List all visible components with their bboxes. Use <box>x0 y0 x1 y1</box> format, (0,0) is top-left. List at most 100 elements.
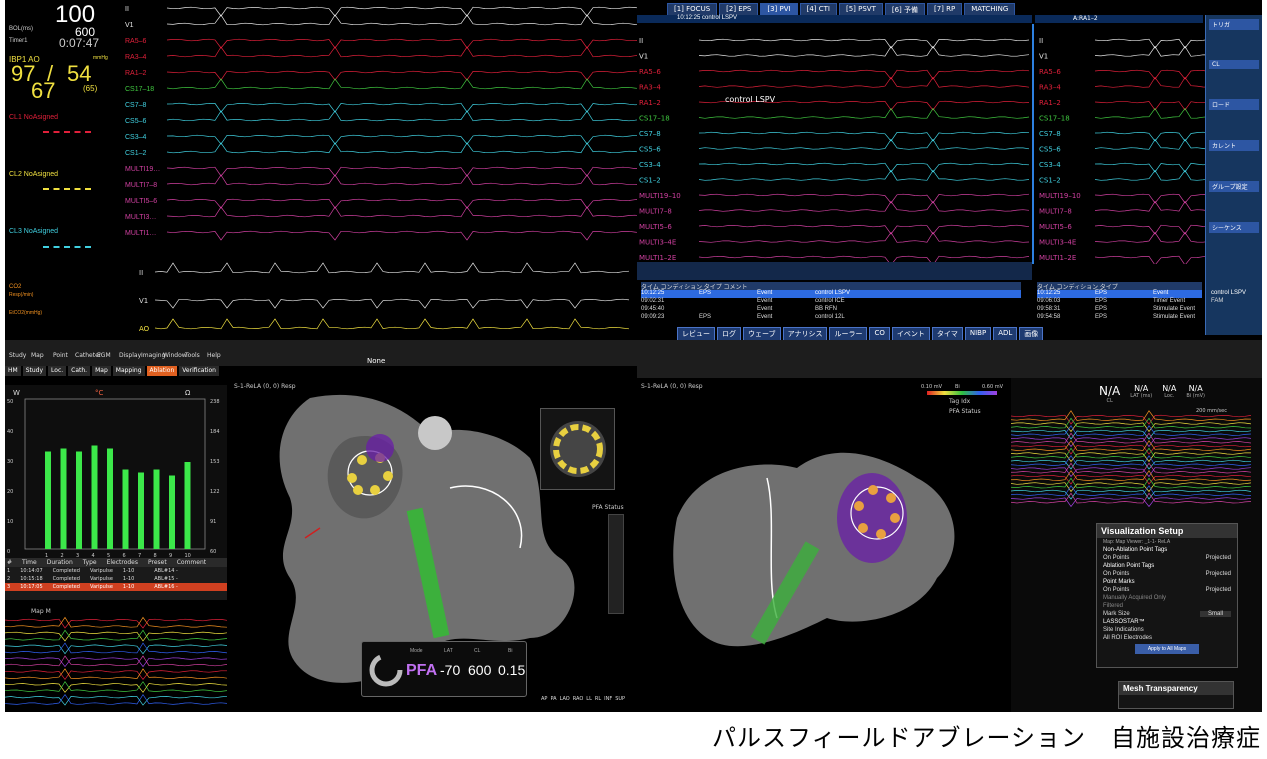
menu-item[interactable]: Tools <box>185 352 200 359</box>
cl-value: 600 <box>468 662 492 678</box>
egm-trace <box>5 631 227 642</box>
y-tick-right: 153 <box>210 459 220 465</box>
table-row[interactable]: 09:45:40 Event BB RFN <box>641 306 1021 314</box>
mode-tab[interactable]: Loc. <box>48 366 67 376</box>
caption: パルスフィールドアブレーション 自施設治療症例 <box>712 724 1262 752</box>
chk-projected-2[interactable]: Projected <box>1206 571 1231 577</box>
mode-tab[interactable]: Cath. <box>68 366 91 376</box>
channel-trace <box>166 142 637 154</box>
view-button[interactable]: LL <box>586 696 592 702</box>
menu-item[interactable]: Point <box>53 352 68 359</box>
mark-size-select[interactable]: Small <box>1199 611 1231 617</box>
channel-label: CS3–4 <box>639 161 661 169</box>
channel-label: CS5–6 <box>639 146 661 154</box>
chk-filtered[interactable]: Filtered <box>1097 602 1237 610</box>
mode-tab[interactable]: Ablation <box>146 366 178 376</box>
chk-site-ind[interactable]: Site Indications <box>1097 626 1237 634</box>
view-button[interactable]: AP <box>541 696 547 702</box>
bottom-button[interactable]: CO <box>869 327 890 340</box>
abl-table-row[interactable]: 2 10:15:18 Completed Varipulse 1-10 ABL#15 - <box>5 575 227 583</box>
bottom-button[interactable]: ADL <box>993 327 1018 340</box>
far-channel-trace <box>1094 69 1207 80</box>
cl3-label: CL3 NoAsigned <box>9 228 59 235</box>
channel-label: II <box>639 37 643 45</box>
bottom-button[interactable]: ウェーブ <box>743 327 781 340</box>
side-menu-item[interactable]: シーケンス <box>1209 222 1259 233</box>
y-tick-left: 0 <box>7 549 10 555</box>
channel-label: RA1–2 <box>125 70 147 77</box>
mode-tab[interactable]: HM <box>5 366 21 376</box>
chk-projected-3[interactable]: Projected <box>1206 587 1231 593</box>
bottom-button[interactable]: ログ <box>717 327 741 340</box>
mode-tab[interactable]: Study <box>22 366 47 376</box>
channel-trace <box>166 102 637 113</box>
side-menu-item[interactable]: グループ設定 <box>1209 181 1259 192</box>
y-tick-right: 91 <box>210 519 216 525</box>
row-1: On Points Projected <box>1097 554 1237 562</box>
ablation-bar <box>122 469 129 549</box>
side-menu-item[interactable]: CL <box>1209 60 1259 69</box>
abl-table-row[interactable]: 1 10:14:07 Completed Varipulse 1-10 ABL#14 - <box>5 567 227 575</box>
menu-item[interactable]: Map <box>31 352 44 359</box>
abl-table-row[interactable]: 3 10:17:05 Completed Varipulse 1-10 ABL#16 - <box>5 583 227 591</box>
chk-on-points-2[interactable]: On Points <box>1103 571 1129 577</box>
channel-trace <box>166 206 637 218</box>
bottom-button[interactable]: イベント <box>891 327 930 340</box>
side-menu-item[interactable]: ロード <box>1209 99 1259 110</box>
view-button[interactable]: RL <box>595 696 601 702</box>
view-button[interactable]: PA <box>550 696 556 702</box>
chk-on-points-1[interactable]: On Points <box>1103 555 1129 561</box>
channel-trace <box>166 166 637 177</box>
side-menu-item[interactable]: カレント <box>1209 140 1259 151</box>
dialog-title: Visualization Setup <box>1097 524 1237 538</box>
bottom-button[interactable]: NIBP <box>964 327 992 340</box>
chart-unit: W <box>13 389 20 397</box>
bottom-button[interactable]: タイマ <box>931 327 963 340</box>
left-tab-bar: HM Study Loc. Cath. Map Mapping Ablation Verifi… <box>5 366 227 376</box>
ibp-systolic-2: 67 <box>31 78 56 103</box>
view-button[interactable]: LAO <box>560 696 570 702</box>
menu-item[interactable]: EGM <box>97 352 111 359</box>
menu-item[interactable]: Window <box>163 352 187 359</box>
view-button[interactable]: INF <box>604 696 612 702</box>
chk-on-points-3[interactable]: On Points <box>1103 587 1129 593</box>
chk-projected-1[interactable]: Projected <box>1206 555 1231 561</box>
lat-label: LAT <box>444 648 453 654</box>
bottom-button[interactable]: ルーラー <box>829 327 868 340</box>
menu-item[interactable]: Study <box>9 352 26 359</box>
far-channel-label: CS1–2 <box>1039 177 1061 185</box>
channel-trace <box>166 70 637 81</box>
menu-item[interactable]: Imaging <box>141 352 165 359</box>
table-row[interactable]: 09:02:31 Event control ICE <box>641 298 1021 306</box>
far-channel-trace <box>1094 224 1207 235</box>
co2-label: CO2 <box>9 284 22 290</box>
mode-tab[interactable]: Verification <box>179 366 219 376</box>
apply-button[interactable]: Apply to All Maps <box>1135 644 1199 654</box>
egm-trace <box>5 618 227 629</box>
view-button[interactable]: SUP <box>615 696 625 702</box>
table-row[interactable]: 09:06:03 EPS Timer Event FAM <box>1037 298 1223 306</box>
bottom-button[interactable]: レビュー <box>677 327 715 340</box>
table-row[interactable]: 10:12:25 EPS Event control LSPV <box>641 290 1021 298</box>
mode-tab[interactable]: Mapping <box>112 366 145 376</box>
mode-tab[interactable]: Map <box>92 366 111 376</box>
table-row[interactable]: 09:09:23 EPS Event control 12L <box>641 314 1021 322</box>
view-button[interactable]: RAO <box>573 696 584 702</box>
menu-item[interactable]: Help <box>207 352 221 359</box>
menu-item[interactable]: Display <box>119 352 141 359</box>
table-row[interactable]: 09:54:58 EPS Stimulate Event <box>1037 314 1202 322</box>
chk-all-roi[interactable]: All ROI Electrodes <box>1097 634 1237 642</box>
egm-trace <box>5 681 227 692</box>
chk-manually[interactable]: Manually Acquired Only <box>1097 594 1237 602</box>
side-menu-item[interactable]: トリガ <box>1209 19 1259 30</box>
far-channel-trace <box>1094 38 1207 49</box>
bottom-button[interactable]: 画像 <box>1019 327 1044 340</box>
bottom-label: AO <box>139 325 150 333</box>
sec-point-marks: Point Marks <box>1103 579 1135 585</box>
ablation-bar-chart: W °C Ω5040302010023818415312291601 2 3 4 5 6 7 8 9… <box>7 389 220 559</box>
map-viewport-right[interactable]: S-1-ReLA (0, 0) Resp 0.10 mV Bi 0.60 mV … <box>637 378 1009 712</box>
table-row[interactable]: 09:58:31 EPS Stimulate Event <box>1037 306 1202 314</box>
menu-bar: Study Map Point Catheter EGM Display Imaging Wi… <box>5 340 637 366</box>
bottom-button[interactable]: アナリシス <box>782 327 828 340</box>
table-row[interactable]: 10:12:25 EPS Event control LSPV <box>1037 290 1246 298</box>
